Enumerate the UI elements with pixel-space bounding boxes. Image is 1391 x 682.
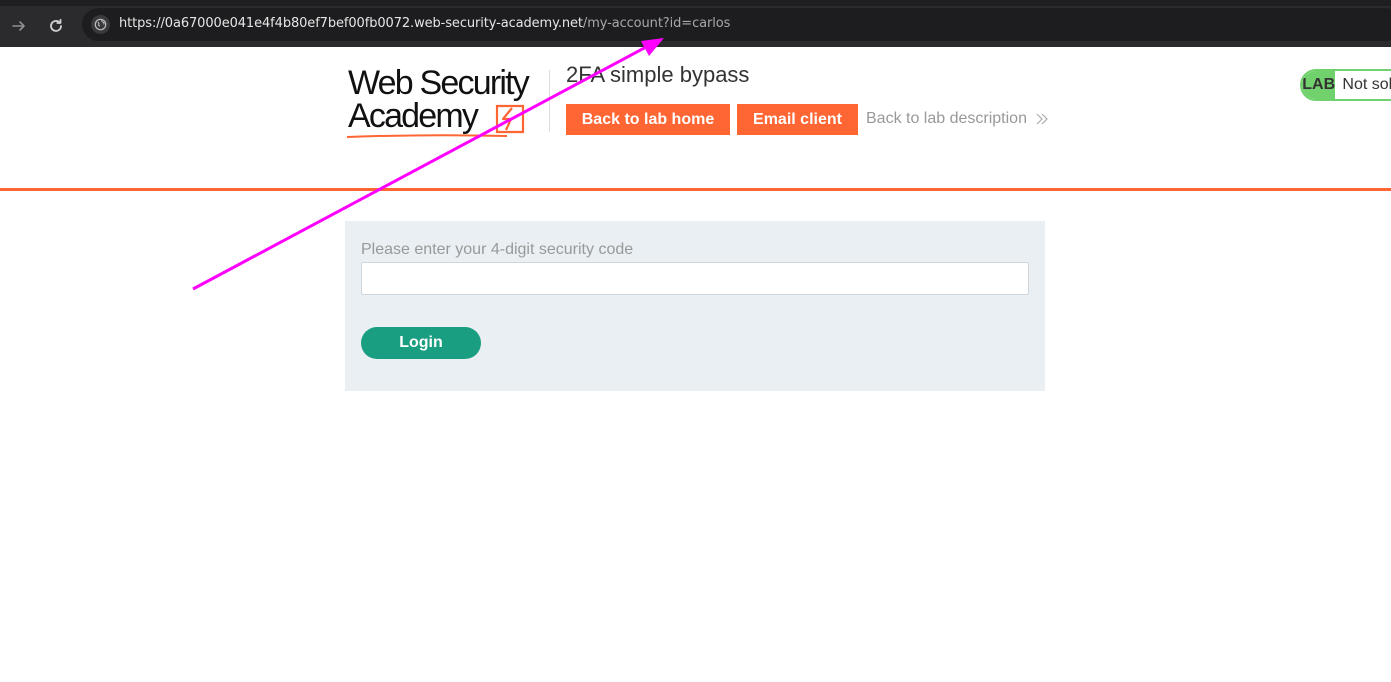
login-button[interactable]: Login — [361, 327, 481, 359]
url-path: /my-account?id=carlos — [582, 16, 731, 31]
back-to-lab-description-link[interactable]: Back to lab description — [866, 110, 1049, 128]
lab-title: 2FA simple bypass — [566, 62, 750, 87]
email-client-button[interactable]: Email client — [737, 104, 858, 135]
browser-toolbar: https://0a67000e041e4f4b80ef7bef00fb0072… — [0, 0, 1391, 47]
logo-swoosh-icon — [347, 134, 507, 138]
security-code-input[interactable] — [361, 262, 1029, 295]
back-to-lab-home-button[interactable]: Back to lab home — [566, 104, 730, 135]
lightning-logo-icon — [495, 104, 525, 134]
reload-icon[interactable] — [43, 13, 69, 39]
address-bar[interactable]: https://0a67000e041e4f4b80ef7bef00fb0072… — [82, 8, 1391, 41]
security-code-label: Please enter your 4-digit security code — [361, 241, 634, 258]
lab-status-text: Not solved — [1335, 71, 1391, 99]
url-host: https://0a67000e041e4f4b80ef7bef00fb0072… — [119, 16, 583, 31]
url-text[interactable]: https://0a67000e041e4f4b80ef7bef00fb0072… — [119, 16, 730, 31]
logo-line2: Academy — [348, 97, 479, 135]
page: https://0a67000e041e4f4b80ef7bef00fb0072… — [0, 0, 1391, 682]
site-info-icon[interactable] — [91, 15, 110, 34]
web-security-academy-logo[interactable]: Web Security Academy — [347, 66, 547, 140]
lab-status-widget: LAB Not solved — [1300, 69, 1391, 101]
forward-icon[interactable] — [6, 13, 32, 39]
lab-badge: LAB — [1302, 71, 1336, 99]
double-chevron-right-icon — [1036, 113, 1048, 125]
back-to-lab-description-label: Back to lab description — [866, 110, 1027, 127]
security-code-form: Please enter your 4-digit security code … — [345, 221, 1045, 391]
header-divider — [549, 70, 550, 132]
logo-line1: Web Security — [348, 64, 530, 102]
header-separator — [0, 188, 1391, 191]
